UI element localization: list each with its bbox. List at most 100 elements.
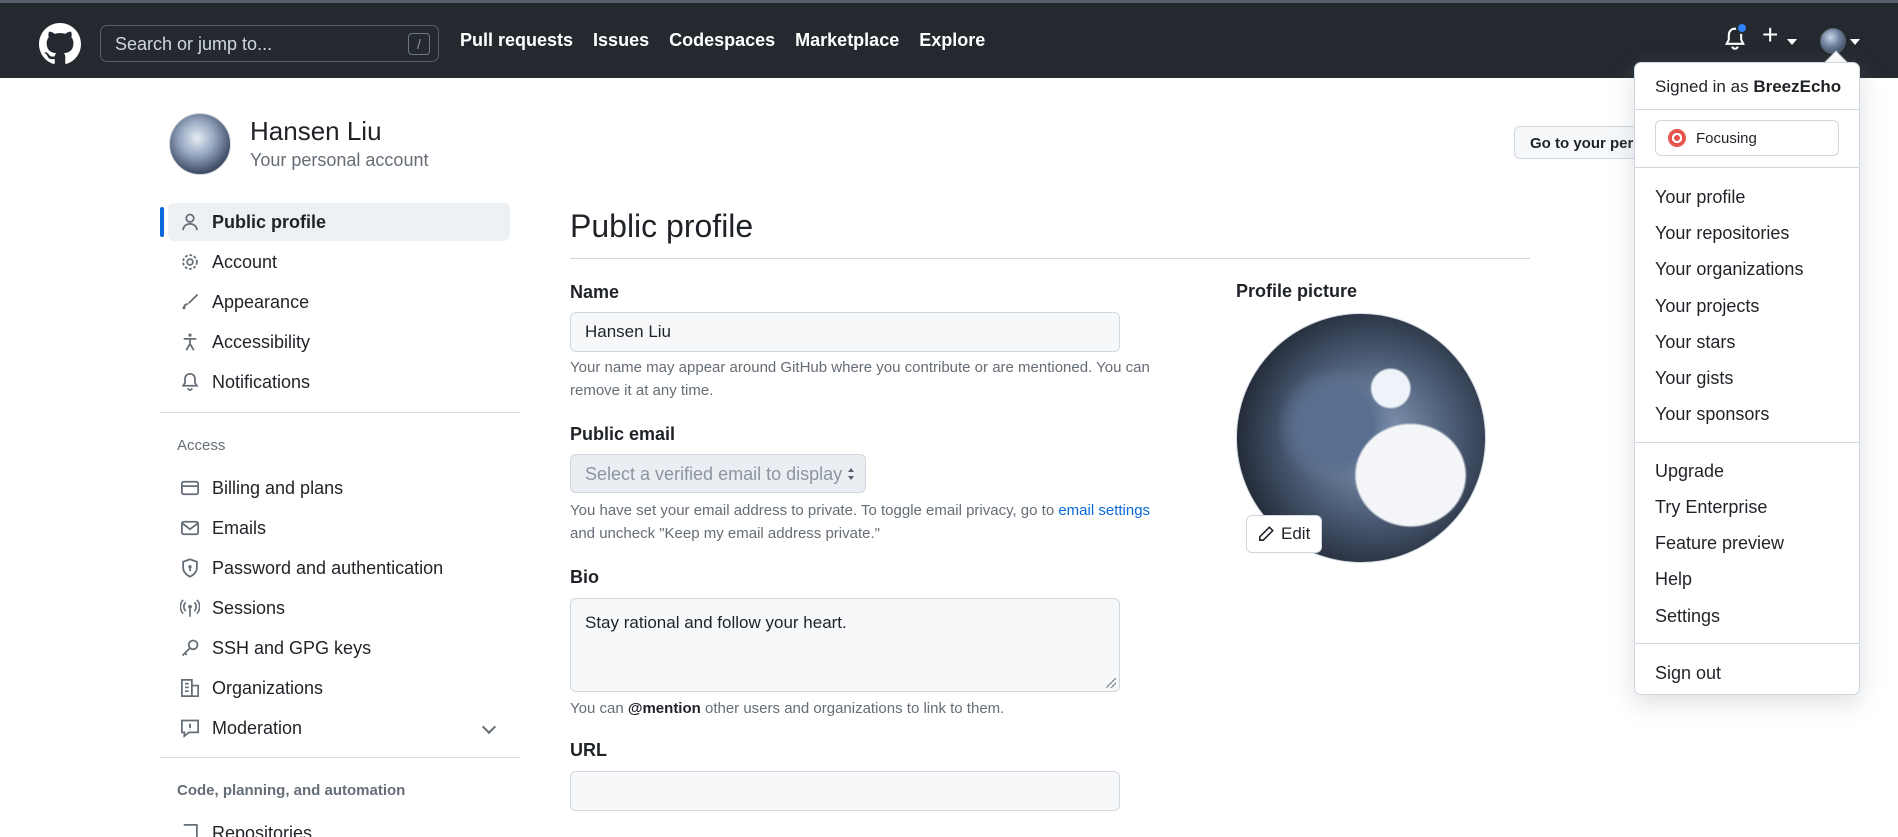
sidebar-item-organizations[interactable]: Organizations	[168, 669, 510, 707]
repo-icon	[183, 824, 198, 837]
sidebar-item-label: Public profile	[212, 211, 327, 232]
search-placeholder: Search or jump to...	[115, 34, 273, 54]
report-icon	[181, 719, 199, 738]
sidebar-item-label: Emails	[212, 517, 267, 538]
public-email-select[interactable]: Select a verified email to display	[570, 454, 866, 493]
sidebar-item-ssh-gpg[interactable]: SSH and GPG keys	[168, 629, 510, 667]
sidebar-item-label: Organizations	[212, 677, 324, 698]
menu-settings[interactable]: Settings	[1655, 606, 1720, 627]
menu-upgrade[interactable]: Upgrade	[1655, 461, 1724, 482]
sidebar-item-sessions[interactable]: Sessions	[168, 589, 510, 627]
accessibility-icon	[183, 333, 197, 351]
menu-your-repositories[interactable]: Your repositories	[1655, 223, 1789, 244]
name-note: Your name may appear around GitHub where…	[570, 359, 1150, 399]
sidebar-item-label: Accessibility	[212, 331, 311, 352]
status-label: Focusing	[1696, 129, 1757, 147]
url-input[interactable]	[570, 771, 1120, 811]
dropdown-divider	[1635, 643, 1859, 644]
plus-icon[interactable]: +	[1762, 20, 1778, 50]
user-avatar-menu[interactable]	[1820, 28, 1846, 54]
menu-your-gists[interactable]: Your gists	[1655, 368, 1733, 389]
bell-icon	[181, 372, 199, 391]
menu-sign-out[interactable]: Sign out	[1655, 663, 1721, 684]
edit-label: Edit	[1281, 524, 1311, 543]
sidebar-item-appearance[interactable]: Appearance	[168, 283, 510, 321]
sidebar-item-password-auth[interactable]: Password and authentication	[168, 549, 510, 587]
dropdown-divider	[1635, 109, 1859, 110]
menu-your-projects[interactable]: Your projects	[1655, 296, 1759, 317]
menu-help[interactable]: Help	[1655, 569, 1692, 590]
sidebar-item-notifications[interactable]: Notifications	[168, 363, 510, 401]
set-status-button[interactable]: Focusing	[1655, 120, 1839, 156]
search-shortcut-key: /	[408, 33, 430, 55]
sidebar-divider	[160, 412, 520, 413]
bio-note-text: You can	[570, 700, 624, 717]
name-input[interactable]: Hansen Liu	[570, 312, 1120, 352]
menu-your-organizations[interactable]: Your organizations	[1655, 259, 1803, 280]
notification-dot	[1736, 22, 1748, 34]
gear-icon	[182, 254, 198, 270]
global-nav: Pull requests Issues Codespaces Marketpl…	[460, 30, 1005, 51]
dropdown-divider	[1635, 167, 1859, 168]
signed-in-prefix: Signed in as	[1655, 77, 1749, 96]
url-label: URL	[570, 740, 607, 760]
sidebar-item-label: Account	[212, 251, 278, 272]
sidebar-heading-access: Access	[177, 437, 226, 454]
user-dropdown-menu: Signed in as BreezEcho Focusing Your pro…	[1634, 62, 1860, 695]
sidebar-item-account[interactable]: Account	[168, 243, 510, 281]
sidebar-item-label: Repositories	[212, 822, 313, 837]
sidebar-item-billing[interactable]: Billing and plans	[168, 469, 510, 507]
github-logo-icon[interactable]	[39, 23, 81, 65]
account-subtitle: Your personal account	[250, 150, 429, 170]
sidebar-item-emails[interactable]: Emails	[168, 509, 510, 547]
nav-codespaces[interactable]: Codespaces	[669, 30, 775, 51]
sidebar-item-label: Password and authentication	[212, 557, 444, 578]
sidebar-item-moderation[interactable]: Moderation	[168, 709, 510, 747]
name-input-value: Hansen Liu	[585, 322, 672, 341]
search-input[interactable]: Search or jump to... /	[100, 25, 439, 62]
public-email-label: Public email	[570, 424, 676, 444]
sidebar-item-label: Notifications	[212, 371, 311, 392]
email-note-text: You have set your email address to priva…	[570, 502, 1055, 519]
menu-try-enterprise[interactable]: Try Enterprise	[1655, 497, 1767, 518]
sidebar-heading-code: Code, planning, and automation	[177, 782, 406, 799]
shield-lock-icon	[182, 558, 198, 578]
email-settings-link[interactable]: email settings	[1058, 502, 1150, 519]
target-icon	[1668, 129, 1686, 147]
active-indicator	[160, 207, 164, 237]
name-label: Name	[570, 282, 620, 302]
title-divider	[570, 258, 1530, 259]
organization-icon	[181, 679, 199, 697]
menu-your-sponsors[interactable]: Your sponsors	[1655, 404, 1769, 425]
paintbrush-icon	[182, 293, 199, 310]
account-name: Hansen Liu	[250, 116, 382, 146]
menu-your-stars[interactable]: Your stars	[1655, 332, 1735, 353]
menu-feature-preview[interactable]: Feature preview	[1655, 533, 1784, 554]
nav-marketplace[interactable]: Marketplace	[795, 30, 899, 51]
nav-issues[interactable]: Issues	[593, 30, 649, 51]
sidebar-item-repositories[interactable]: Repositories	[168, 814, 510, 837]
sidebar-item-label: Appearance	[212, 291, 310, 312]
edit-profile-picture-button[interactable]: Edit	[1246, 515, 1322, 553]
nav-explore[interactable]: Explore	[919, 30, 985, 51]
menu-your-profile[interactable]: Your profile	[1655, 187, 1745, 208]
resize-handle-icon[interactable]	[1106, 678, 1116, 688]
dropdown-divider	[1635, 442, 1859, 443]
mail-icon	[181, 520, 199, 536]
pencil-icon	[1259, 526, 1274, 541]
bio-textarea[interactable]: Stay rational and follow your heart.	[570, 598, 1120, 692]
email-note-text-2: and uncheck "Keep my email address priva…	[570, 525, 880, 542]
bio-label: Bio	[570, 567, 599, 587]
sidebar-item-accessibility[interactable]: Accessibility	[168, 323, 510, 361]
nav-pull-requests[interactable]: Pull requests	[460, 30, 573, 51]
bio-value: Stay rational and follow your heart.	[585, 613, 847, 632]
sidebar-item-public-profile[interactable]: Public profile	[168, 203, 510, 241]
credit-card-icon	[181, 480, 199, 496]
sidebar-item-label: Sessions	[212, 597, 286, 618]
username: BreezEcho	[1753, 77, 1842, 96]
account-avatar	[169, 113, 231, 175]
sidebar-item-label: SSH and GPG keys	[212, 637, 372, 658]
bio-note: You can @mention other users and organiz…	[570, 697, 1160, 720]
bio-note-text-2: other users and organizations to link to…	[704, 700, 1005, 717]
broadcast-icon	[180, 599, 200, 617]
